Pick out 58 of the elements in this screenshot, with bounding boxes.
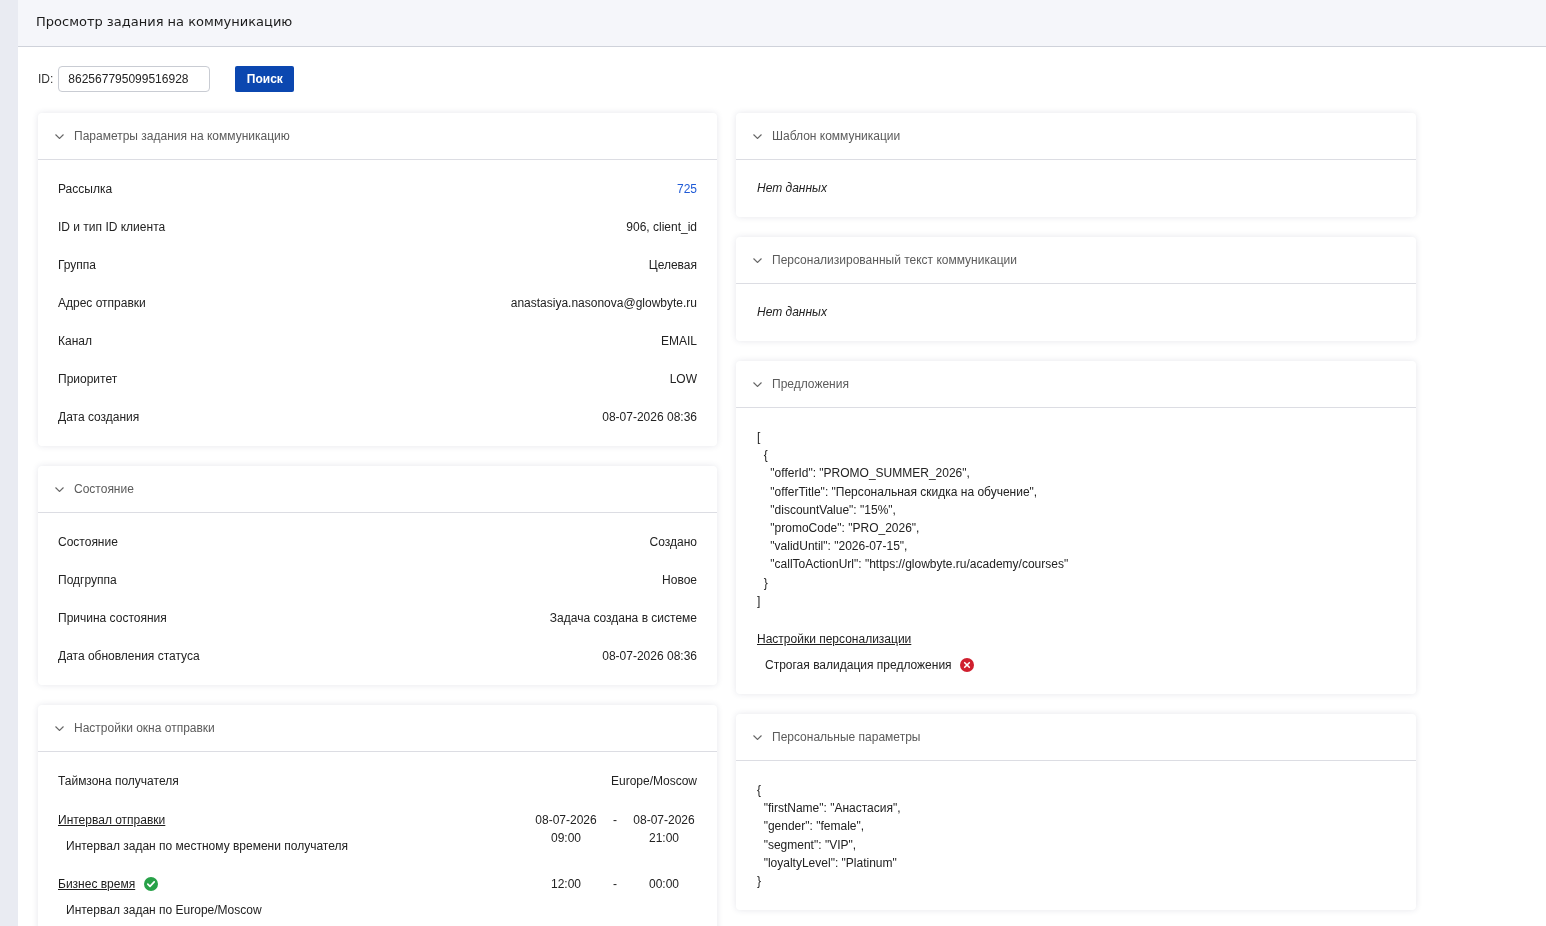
field-value: Задача создана в системе [549,611,697,625]
field-value: Целевая [648,258,697,272]
json-text: { "firstName": "Анастасия", "gender": "female", "segment": "VIP", "loyaltyLevel": "Platinum" } [757,782,902,891]
field-value: 08-07-2026 08:36 [602,649,697,663]
field-label: Адрес отправки [58,296,146,310]
field-value: Новое [662,573,697,587]
field-value: EMAIL [661,334,697,348]
section-title: Предложения [772,377,849,391]
field-label: Причина состояния [58,611,167,625]
settings-link[interactable]: Настройки персонализации [757,632,912,647]
field-value: anastasiya.nasonova@glowbyte.ru [510,296,697,310]
chevron-icon[interactable] [55,725,64,731]
chevron-icon[interactable] [753,257,762,263]
field-label: Приоритет [58,372,118,386]
no-data-text: Нет данных [757,181,827,195]
value-link[interactable]: 725 [676,182,697,196]
interval-end: 08-07-2026 21:00 [632,812,696,847]
field-label: ID и тип ID клиента [58,220,166,234]
no-data-text: Нет данных [757,305,827,319]
field-value: Создано [649,535,697,549]
search-button[interactable]: Поиск [235,66,295,92]
chevron-icon[interactable] [55,486,64,492]
interval-separator: - [612,812,618,829]
section-title: Параметры задания на коммуникацию [74,129,290,143]
field-value: LOW [669,372,697,386]
section-title: Персонализированный текст коммуникации [772,253,1017,267]
chevron-icon[interactable] [753,381,762,387]
field-value: Europe/Moscow [610,774,697,788]
field-value: 08-07-2026 08:36 [602,410,697,424]
interval-note: Интервал задан по местному времени получателя [65,838,349,855]
field-label: Группа [58,258,97,272]
setting-label: Строгая валидация предложения [765,657,952,675]
page-title: Просмотр задания на коммуникацию [36,13,293,29]
interval-separator: - [612,876,618,893]
interval-note: Интервал задан по Europe/Moscow [65,902,263,919]
interval-link[interactable]: Интервал отправки [58,811,166,829]
section-title: Шаблон коммуникации [772,129,901,143]
chevron-icon[interactable] [753,734,762,740]
interval-start: 12:00 [550,876,582,893]
field-value: 906, client_id [626,220,697,234]
field-label: Рассылка [58,182,113,196]
chevron-icon[interactable] [55,133,64,139]
section-title: Персональные параметры [772,730,921,745]
field-label: Дата обновления статуса [58,649,200,663]
field-label: Состояние [58,535,118,549]
field-label: Канал [58,334,92,348]
chevron-icon[interactable] [753,133,762,139]
id-input[interactable]: 862567795099516928 [58,66,211,92]
section-title: Настройки окна отправки [74,721,215,735]
field-label: Таймзона получателя [58,774,179,788]
interval-link[interactable]: Бизнес время [58,875,136,893]
field-label: Дата создания [58,410,140,424]
interval-start: 08-07-2026 09:00 [534,812,598,847]
section-title: Состояние [74,482,134,496]
json-text: [ { "offerId": "PROMO_SUMMER_2026", "offerTitle": "Персональная скидка на обучение", "discountValue": "15%", "promoCode": "PRO_2026", "validUntil": "2026-07-15", "callToActionUrl": "https://glowbyte.ru/academy/courses" } ] [757,429,1070,610]
field-label: Подгруппа [58,573,117,587]
interval-end: 00:00 [648,876,680,893]
id-label: ID: [38,72,54,86]
